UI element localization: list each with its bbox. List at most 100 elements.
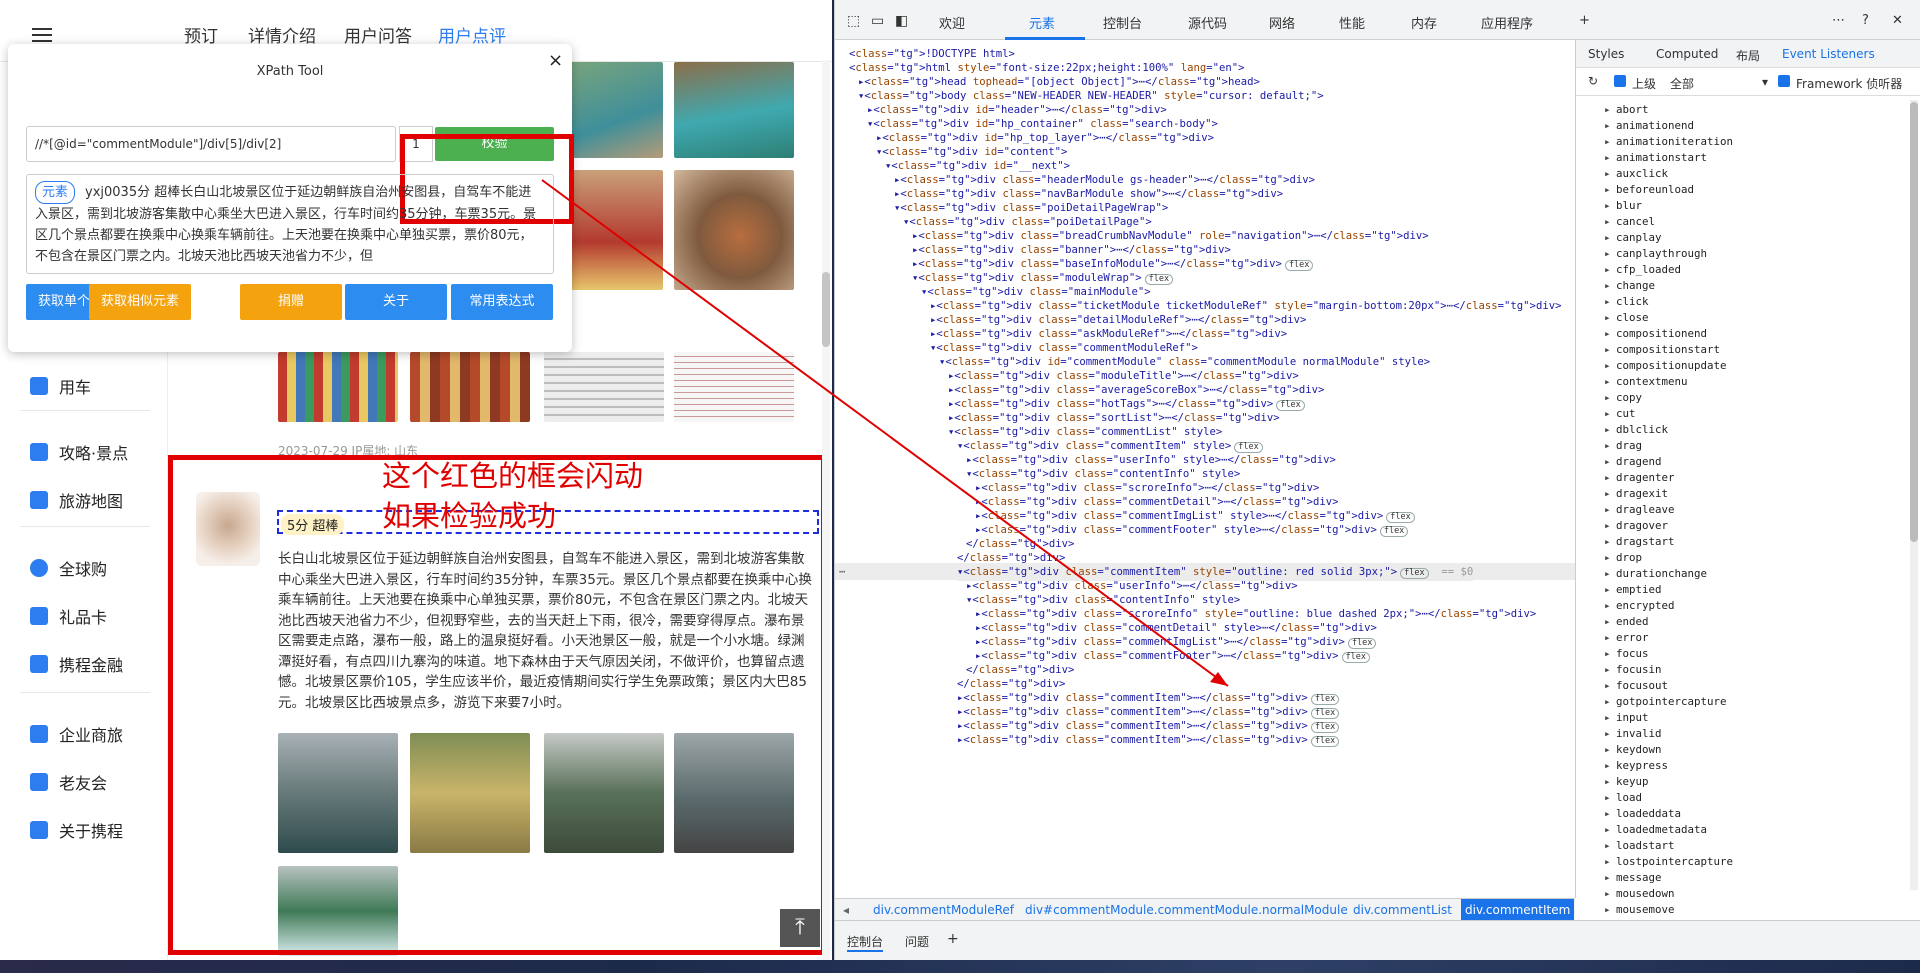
event-listener-item[interactable]: focus xyxy=(1604,646,1648,662)
framework-checkbox[interactable] xyxy=(1778,75,1790,87)
sidebar-item-car[interactable]: 用车 xyxy=(30,374,91,398)
event-listener-item[interactable]: animationend xyxy=(1604,118,1694,134)
sidebar-item-club[interactable]: 老友会 xyxy=(30,770,107,794)
event-listener-item[interactable]: focusout xyxy=(1604,678,1668,694)
inspect-icon[interactable]: ⬚ xyxy=(847,13,860,29)
event-listener-item[interactable]: change xyxy=(1604,278,1655,294)
more-icon[interactable]: ⋯ xyxy=(1832,13,1845,28)
event-listener-item[interactable]: error xyxy=(1604,630,1648,646)
close-icon[interactable]: ✕ xyxy=(1892,13,1903,28)
flex-badge[interactable]: flex xyxy=(1310,736,1340,747)
tab-performance[interactable]: 性能 xyxy=(1339,13,1365,32)
back-to-top-button[interactable]: ⤒ xyxy=(780,909,820,947)
event-listener-item[interactable]: ended xyxy=(1604,614,1648,630)
sidebar-item-gift-card[interactable]: 礼品卡 xyxy=(30,604,107,628)
crumb-item[interactable]: div.commentList xyxy=(1353,899,1452,921)
xpath-result-box[interactable]: 元素 yxj0035分 超棒长白山北坡景区位于延边朝鲜族自治州安图县，自驾车不能进… xyxy=(26,174,554,274)
dock-icon[interactable]: ◧ xyxy=(895,13,908,29)
event-listener-item[interactable]: compositionstart xyxy=(1604,342,1720,358)
page-scrollbar[interactable] xyxy=(822,60,830,960)
event-listener-item[interactable]: dragover xyxy=(1604,518,1668,534)
review-photo[interactable] xyxy=(674,62,794,158)
event-listener-item[interactable]: click xyxy=(1604,294,1648,310)
review-photo[interactable] xyxy=(674,170,794,290)
event-listener-item[interactable]: input xyxy=(1604,710,1648,726)
event-listener-item[interactable]: drop xyxy=(1604,550,1642,566)
review-photo[interactable] xyxy=(566,170,663,290)
event-listener-item[interactable]: compositionupdate xyxy=(1604,358,1726,374)
add-drawer-tab-button[interactable]: + xyxy=(947,931,959,947)
page-scroll-thumb[interactable] xyxy=(822,272,830,347)
device-icon[interactable]: ▭ xyxy=(871,13,884,29)
event-listener-item[interactable]: dragexit xyxy=(1604,486,1668,502)
event-listener-item[interactable]: auxclick xyxy=(1604,166,1668,182)
event-listener-item[interactable]: dragend xyxy=(1604,454,1661,470)
event-listener-item[interactable]: close xyxy=(1604,310,1648,326)
tab-network[interactable]: 网络 xyxy=(1269,13,1295,32)
crumb-item[interactable]: div#commentModule.commentModule.normalMo… xyxy=(1025,899,1348,921)
crumb-item[interactable]: div.commentModuleRef xyxy=(873,899,1014,921)
tab-application[interactable]: 应用程序 xyxy=(1481,13,1533,32)
flex-badge[interactable]: flex xyxy=(1284,260,1314,271)
review-photo[interactable] xyxy=(674,352,794,422)
scope-select[interactable]: 全部 xyxy=(1670,75,1694,92)
event-listener-item[interactable]: encrypted xyxy=(1604,598,1674,614)
flex-badge[interactable]: flex xyxy=(1379,526,1409,537)
sidebar-item-map[interactable]: 旅游地图 xyxy=(30,488,123,512)
event-listener-item[interactable]: keypress xyxy=(1604,758,1668,774)
event-listener-item[interactable]: lostpointercapture xyxy=(1604,854,1733,870)
get-similar-elements-button[interactable]: 获取相似元素 xyxy=(89,284,191,320)
event-listener-item[interactable]: compositionend xyxy=(1604,326,1707,342)
about-button[interactable]: 关于 xyxy=(345,284,447,320)
menu-icon[interactable] xyxy=(32,28,52,42)
more-icon[interactable]: ⋯ xyxy=(839,564,845,581)
event-listener-item[interactable]: blur xyxy=(1604,198,1642,214)
drawer-tab-issues[interactable]: 问题 xyxy=(905,933,929,950)
listener-scroll-thumb[interactable] xyxy=(1910,102,1918,542)
flex-badge[interactable]: flex xyxy=(1341,652,1371,663)
tab-memory[interactable]: 内存 xyxy=(1411,13,1437,32)
sidebar-item-about[interactable]: 关于携程 xyxy=(30,818,123,842)
sidebar-item-finance[interactable]: 携程金融 xyxy=(30,652,123,676)
event-listener-item[interactable]: load xyxy=(1604,790,1642,806)
tab-computed[interactable]: Computed xyxy=(1656,47,1718,61)
event-listener-item[interactable]: mousedown xyxy=(1604,886,1674,902)
event-listener-item[interactable]: contextmenu xyxy=(1604,374,1687,390)
review-photo[interactable] xyxy=(410,352,530,422)
event-listener-item[interactable]: animationiteration xyxy=(1604,134,1733,150)
flex-badge[interactable]: flex xyxy=(1400,568,1429,579)
sidebar-item-guide[interactable]: 攻略·景点 xyxy=(30,440,128,464)
event-listener-item[interactable]: loadstart xyxy=(1604,838,1674,854)
tab-layout[interactable]: 布局 xyxy=(1736,47,1760,64)
review-photo[interactable] xyxy=(278,352,398,422)
event-listener-item[interactable]: beforeunload xyxy=(1604,182,1694,198)
event-listener-item[interactable]: loadeddata xyxy=(1604,806,1681,822)
event-listener-item[interactable]: copy xyxy=(1604,390,1642,406)
crumb-item-active[interactable]: div.commentItem xyxy=(1461,899,1575,921)
dom-tree[interactable]: <class="tg">!DOCTYPE html> <class="tg">ht… xyxy=(835,40,1575,900)
event-listener-item[interactable]: cut xyxy=(1604,406,1635,422)
event-listener-item[interactable]: cancel xyxy=(1604,214,1655,230)
event-listener-item[interactable]: dragleave xyxy=(1604,502,1674,518)
event-listener-item[interactable]: gotpointercapture xyxy=(1604,694,1726,710)
tab-event-listeners[interactable]: Event Listeners xyxy=(1782,47,1875,61)
event-listener-item[interactable]: dragenter xyxy=(1604,470,1674,486)
event-listener-item[interactable]: animationstart xyxy=(1604,150,1707,166)
review-photo[interactable] xyxy=(544,352,664,422)
sidebar-item-business[interactable]: 企业商旅 xyxy=(30,722,123,746)
event-listener-item[interactable]: invalid xyxy=(1604,726,1661,742)
donate-button[interactable]: 捐赠 xyxy=(240,284,342,320)
event-listener-item[interactable]: keydown xyxy=(1604,742,1661,758)
flex-badge[interactable]: flex xyxy=(1276,400,1305,411)
add-tab-button[interactable]: + xyxy=(1579,13,1590,28)
refresh-icon[interactable]: ↻ xyxy=(1588,74,1598,88)
xpath-input[interactable]: //*[@id="commentModule"]/div[5]/div[2] xyxy=(26,126,396,162)
crumb-left-arrow[interactable]: ◂ xyxy=(843,899,849,921)
chevron-down-icon[interactable]: ▾ xyxy=(1762,75,1768,89)
review-photo[interactable] xyxy=(566,62,663,158)
event-listener-item[interactable]: keyup xyxy=(1604,774,1648,790)
event-listener-item[interactable]: emptied xyxy=(1604,582,1661,598)
common-expressions-button[interactable]: 常用表达式 xyxy=(451,284,553,320)
tab-welcome[interactable]: 欢迎 xyxy=(939,13,965,32)
help-icon[interactable]: ? xyxy=(1862,13,1869,28)
